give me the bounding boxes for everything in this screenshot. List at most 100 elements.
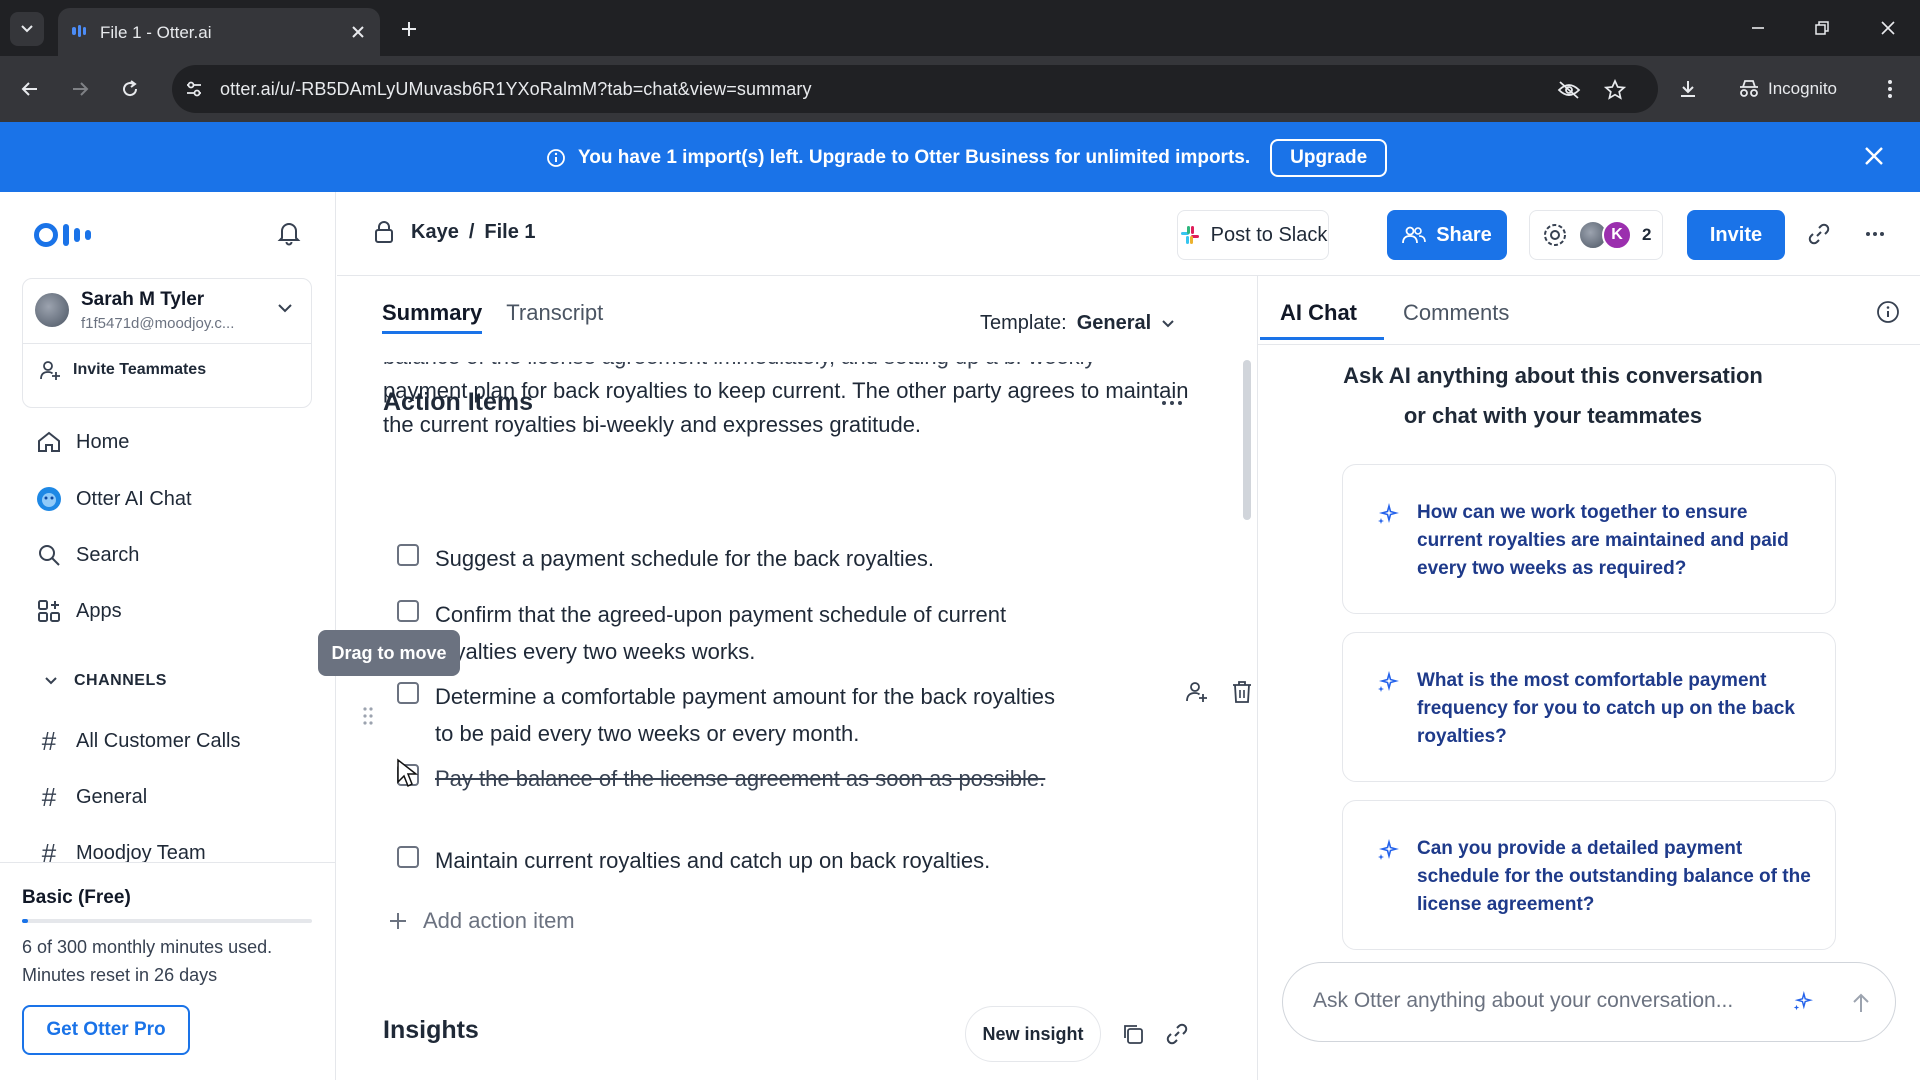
close-icon[interactable] — [1862, 144, 1886, 168]
template-value: General — [1076, 312, 1152, 334]
send-button[interactable] — [1843, 985, 1879, 1021]
conversation-header: Kaye / File 1 Post to Slack Share K 2 In… — [337, 192, 1920, 276]
tab-summary[interactable]: Summary — [382, 300, 483, 334]
banner-upgrade-button[interactable]: Upgrade — [1270, 139, 1388, 177]
breadcrumb-separator: / — [468, 220, 475, 243]
otter-logo[interactable] — [34, 222, 100, 248]
close-icon — [1881, 21, 1895, 35]
eye-off-icon[interactable] — [1556, 77, 1582, 103]
copy-link-button[interactable] — [1805, 220, 1833, 248]
action-item-text[interactable]: Determine a comfortable payment amount f… — [435, 678, 1055, 752]
users-icon — [1402, 226, 1427, 244]
more-options-button[interactable] — [1861, 220, 1889, 248]
tab-ai-chat[interactable]: AI Chat — [1260, 300, 1384, 340]
action-item-checkbox[interactable] — [397, 600, 419, 622]
restore-button[interactable] — [1808, 14, 1836, 42]
active-tab-underline — [1260, 337, 1384, 340]
invite-button[interactable]: Invite — [1687, 210, 1785, 260]
incognito-indicator[interactable]: Incognito — [1724, 69, 1860, 109]
suggested-question[interactable]: How can we work together to ensure curre… — [1342, 464, 1836, 614]
new-insight-button[interactable]: New insight — [965, 1006, 1101, 1062]
trash-icon[interactable] — [1231, 680, 1253, 704]
more-horizontal-icon — [1866, 232, 1884, 236]
download-button[interactable] — [1672, 73, 1704, 105]
participants-button[interactable]: K 2 — [1529, 210, 1663, 260]
info-icon[interactable] — [1876, 300, 1900, 324]
user-card[interactable]: Sarah M Tyler f1f5471d@moodjoy.c... Invi… — [22, 278, 312, 408]
import-limit-banner: You have 1 import(s) left. Upgrade to Ot… — [0, 122, 1920, 192]
summary-cut-line: balance of the license agreement immedia… — [383, 362, 1203, 374]
channel-all-customer-calls[interactable]: # All Customer Calls — [36, 726, 241, 757]
banner-message: You have 1 import(s) left. Upgrade to Ot… — [578, 147, 1251, 168]
back-button[interactable] — [14, 73, 46, 105]
tab-search-button[interactable] — [10, 12, 44, 46]
chat-input[interactable]: Ask Otter anything about your conversati… — [1282, 962, 1896, 1042]
chat-panel: AI Chat Comments Ask AI anything about t… — [1257, 276, 1920, 1080]
drag-tooltip: Drag to move — [318, 630, 460, 676]
sidebar-item-home[interactable]: Home — [36, 430, 129, 454]
action-item-text[interactable]: Maintain current royalties and catch up … — [435, 842, 1055, 879]
plan-reset: Minutes reset in 26 days — [22, 965, 218, 985]
link-icon[interactable] — [1165, 1022, 1189, 1046]
sidebar-item-apps[interactable]: Apps — [36, 598, 122, 624]
more-horizontal-icon[interactable] — [1161, 400, 1183, 406]
active-tab-underline — [382, 331, 483, 334]
plan-name: Basic (Free) — [22, 887, 131, 908]
tab-transcript[interactable]: Transcript — [506, 300, 603, 326]
browser-menu-button[interactable] — [1874, 73, 1906, 105]
invite-teammates-link[interactable]: Invite Teammates — [39, 359, 206, 381]
minimize-button[interactable] — [1744, 14, 1772, 42]
sidebar-item-search[interactable]: Search — [36, 542, 139, 568]
action-item-checkbox[interactable] — [397, 544, 419, 566]
address-bar[interactable]: otter.ai/u/-RB5DAmLyUMuvasb6R1YXoRalmM?t… — [172, 65, 1658, 113]
site-settings-icon[interactable] — [184, 79, 204, 99]
channels-section-toggle[interactable]: CHANNELS — [44, 672, 167, 690]
sidebar-item-label: Home — [76, 430, 130, 453]
otter-favicon-icon — [72, 25, 86, 37]
apps-icon — [38, 600, 60, 622]
sidebar-item-label: Search — [76, 543, 140, 566]
reload-icon — [123, 80, 138, 97]
drag-handle-icon[interactable] — [362, 706, 374, 726]
template-selector[interactable]: Template: General — [980, 312, 1175, 335]
plan-usage: 6 of 300 monthly minutes used. — [22, 937, 273, 957]
assign-user-icon[interactable] — [1185, 680, 1209, 704]
forward-button[interactable] — [64, 73, 96, 105]
chevron-down-icon — [1162, 319, 1174, 327]
new-tab-button[interactable] — [396, 16, 422, 42]
channels-heading: CHANNELS — [74, 672, 167, 689]
reload-button[interactable] — [114, 73, 146, 105]
action-item-text[interactable]: Pay the balance of the license agreement… — [435, 760, 1055, 797]
template-label: Template: — [980, 312, 1067, 334]
chat-intro-line2: or chat with your teammates — [1403, 403, 1703, 428]
chevron-down-icon[interactable] — [277, 303, 293, 313]
bookmark-star-icon[interactable] — [1602, 77, 1628, 103]
chevron-down-icon — [21, 25, 33, 33]
sidebar-item-otter-ai-chat[interactable]: Otter AI Chat — [36, 486, 192, 512]
copy-icon[interactable] — [1121, 1022, 1145, 1046]
chat-intro-line1: Ask AI anything about this conversation — [1343, 363, 1763, 388]
action-item-text[interactable]: Suggest a payment schedule for the back … — [435, 540, 1055, 577]
insights-heading: Insights — [383, 1016, 479, 1044]
share-button[interactable]: Share — [1387, 210, 1507, 260]
summary-cut-line-text: balance of the license agreement immedia… — [383, 362, 1203, 374]
close-window-button[interactable] — [1874, 14, 1902, 42]
browser-tab[interactable]: File 1 - Otter.ai — [58, 8, 380, 56]
channel-general[interactable]: # General — [36, 782, 147, 813]
info-icon — [547, 149, 565, 167]
action-item-checkbox[interactable] — [397, 682, 419, 704]
plus-icon — [390, 913, 406, 929]
breadcrumb-owner[interactable]: Kaye — [411, 221, 459, 244]
tab-comments[interactable]: Comments — [1403, 300, 1509, 326]
add-action-item-button[interactable]: Add action item — [387, 908, 575, 934]
action-item-checkbox[interactable] — [397, 846, 419, 868]
post-to-slack-button[interactable]: Post to Slack — [1177, 210, 1329, 260]
action-item-text[interactable]: Confirm that the agreed-upon payment sch… — [435, 596, 1055, 670]
plus-icon — [402, 22, 416, 36]
tab-close-icon[interactable] — [348, 22, 368, 42]
suggested-question[interactable]: Can you provide a detailed payment sched… — [1342, 800, 1836, 950]
suggested-question[interactable]: What is the most comfortable payment fre… — [1342, 632, 1836, 782]
get-otter-pro-button[interactable]: Get Otter Pro — [22, 1005, 190, 1055]
bell-icon[interactable] — [276, 220, 302, 246]
summary-scrollbar[interactable] — [1243, 360, 1251, 520]
